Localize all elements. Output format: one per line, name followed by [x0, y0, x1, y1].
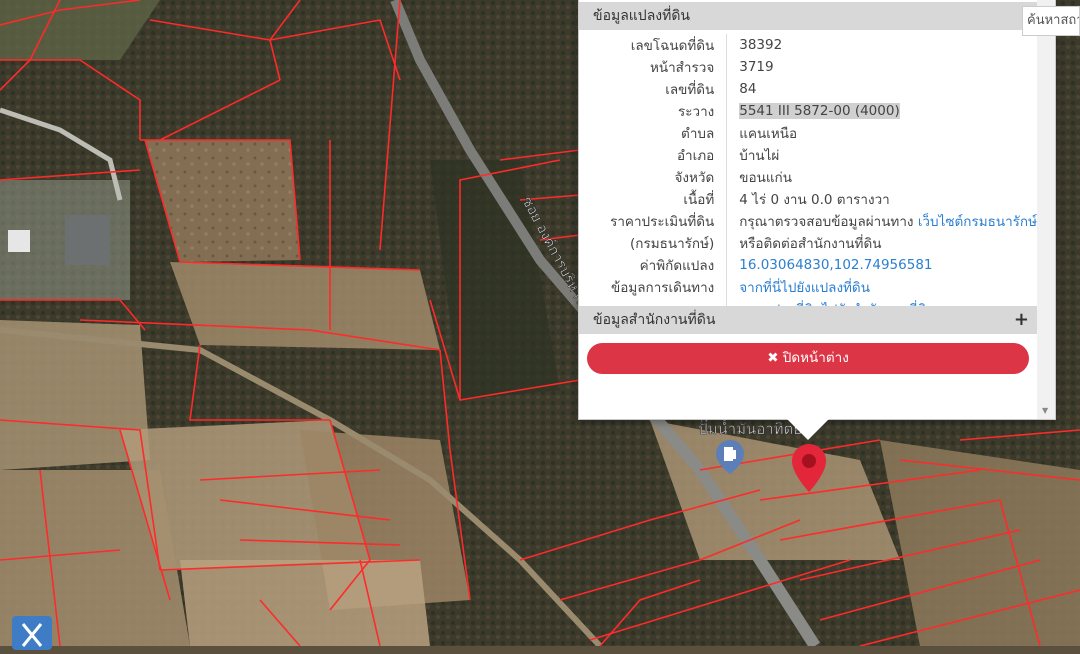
subdistrict-value: แคนเหนือ — [739, 126, 798, 142]
survey-page-label: หน้าสำรวจ — [579, 56, 728, 78]
area-label: เนื้อที่ — [579, 188, 728, 210]
area-value: 4 ไร่ 0 งาน 0.0 ตารางวา — [739, 192, 890, 208]
expand-plus-icon[interactable]: + — [1014, 306, 1029, 334]
table-row: เนื้อที่ 4 ไร่ 0 งาน 0.0 ตารางวา — [579, 188, 1037, 210]
treasury-website-link[interactable]: เว็บไซต์กรมธนารักษ์ — [918, 214, 1037, 230]
subdistrict-label: ตำบล — [579, 122, 728, 144]
close-window-button[interactable]: ✖ ปิดหน้าต่าง — [587, 343, 1029, 374]
land-number-value: 84 — [739, 81, 757, 97]
parcel-info-header[interactable]: ข้อมูลแปลงที่ดิน — [579, 2, 1037, 30]
search-placeholder: ค้นหาสถานที่ — [1027, 13, 1079, 28]
measure-tool-icon — [21, 623, 43, 647]
table-row: เลขที่ดิน 84 — [579, 78, 1037, 100]
table-row: อำเภอ บ้านไผ่ — [579, 144, 1037, 166]
coords-link[interactable]: 16.03064830,102.74956581 — [739, 257, 932, 273]
appraisal-label: ราคาประเมินที่ดิน — [579, 210, 728, 232]
land-office-title: ข้อมูลสำนักงานที่ดิน — [593, 312, 716, 328]
appraisal-contact-text: หรือติดต่อสำนักงานที่ดิน — [739, 236, 882, 252]
table-row: จังหวัด ขอนแก่น — [579, 166, 1037, 188]
table-row: เลขโฉนดที่ดิน 38392 — [579, 34, 1037, 56]
scroll-down-icon[interactable]: ▼ — [1042, 406, 1048, 415]
map-sheet-label: ระวาง — [579, 100, 728, 122]
district-label: อำเภอ — [579, 144, 728, 166]
map-tool-button[interactable] — [12, 616, 52, 650]
land-number-label: เลขที่ดิน — [579, 78, 728, 100]
province-label: จังหวัด — [579, 166, 728, 188]
popup-scrollbar[interactable]: ▲ ▼ — [1037, 0, 1055, 419]
table-row: ค่าพิกัดแปลง 16.03064830,102.74956581 — [579, 254, 1037, 276]
table-row: (กรมธนารักษ์) หรือติดต่อสำนักงานที่ดิน — [579, 232, 1037, 254]
land-office-header[interactable]: ข้อมูลสำนักงานที่ดิน + — [579, 306, 1037, 334]
province-value: ขอนแก่น — [739, 170, 792, 186]
appraisal-text: กรุณาตรวจสอบข้อมูลผ่านทาง — [739, 214, 914, 230]
table-row: หน้าสำรวจ 3719 — [579, 56, 1037, 78]
appraisal-source-label: (กรมธนารักษ์) — [579, 232, 728, 254]
parcel-info-title: ข้อมูลแปลงที่ดิน — [593, 8, 691, 24]
table-row: ตำบล แคนเหนือ — [579, 122, 1037, 144]
survey-page-value: 3719 — [739, 59, 774, 75]
parcel-info-popup: ข้อมูลแปลงที่ดิน เลขโฉนดที่ดิน 38392 หน้… — [578, 0, 1056, 420]
popup-pointer — [786, 418, 830, 440]
table-row: ราคาประเมินที่ดิน กรุณาตรวจสอบข้อมูลผ่าน… — [579, 210, 1037, 232]
parcel-info-table: เลขโฉนดที่ดิน 38392 หน้าสำรวจ 3719 เลขที… — [579, 34, 1037, 320]
deed-number-value: 38392 — [739, 37, 783, 53]
table-row: ข้อมูลการเดินทาง จากที่นี่ไปยังแปลงที่ดิ… — [579, 276, 1037, 298]
coords-label: ค่าพิกัดแปลง — [579, 254, 728, 276]
table-row: ระวาง 5541 III 5872-00 (4000) — [579, 100, 1037, 122]
location-pin-icon[interactable] — [792, 444, 826, 492]
deed-number-label: เลขโฉนดที่ดิน — [579, 34, 728, 56]
travel-label: ข้อมูลการเดินทาง — [579, 276, 728, 298]
gas-station-icon[interactable] — [716, 440, 744, 474]
district-value: บ้านไผ่ — [739, 148, 780, 164]
map-sheet-value[interactable]: 5541 III 5872-00 (4000) — [739, 103, 900, 119]
directions-to-parcel-link[interactable]: จากที่นี่ไปยังแปลงที่ดิน — [739, 280, 870, 296]
search-input[interactable]: ค้นหาสถานที่ — [1022, 6, 1080, 36]
